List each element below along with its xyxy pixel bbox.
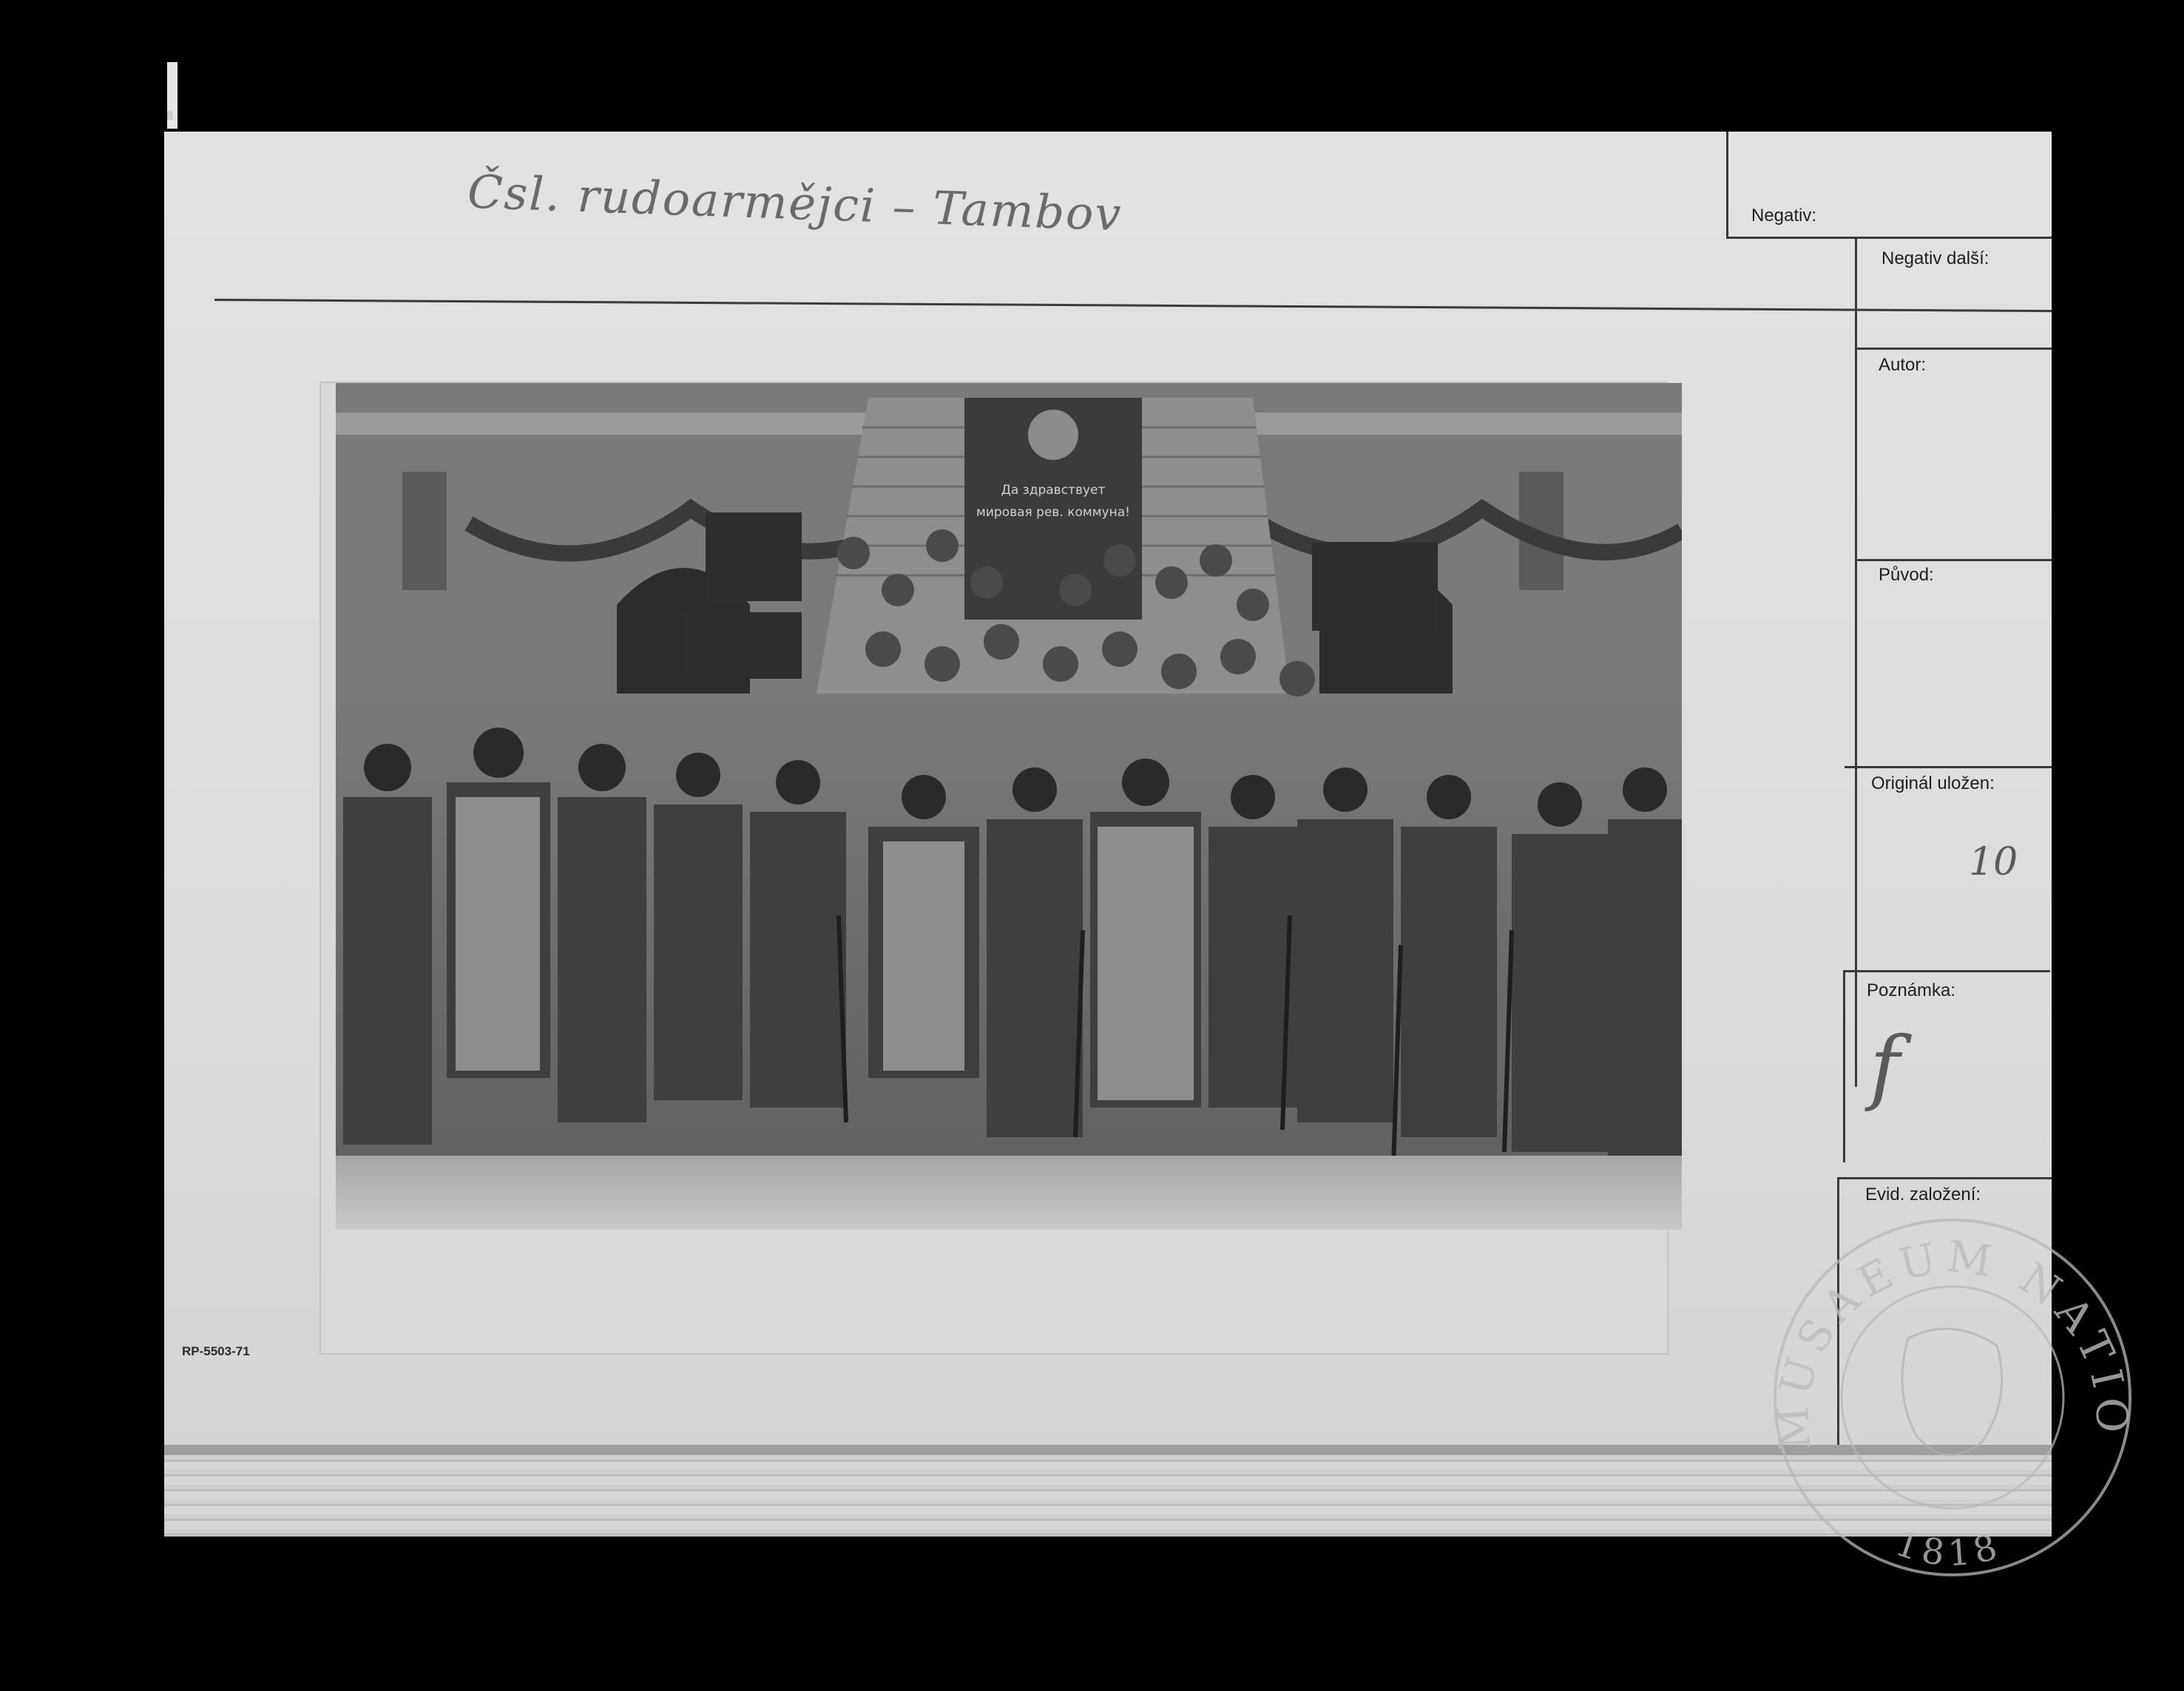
handwritten-title: Čsl. rudoarmějci – Tambov — [466, 164, 1123, 242]
field-value-poznamka: f — [1870, 1019, 1900, 1114]
form-grid-line — [1845, 766, 2052, 768]
banner-center-text-2: мировая рев. коммуна! — [976, 505, 1130, 520]
banner-center-text: Да здравствует — [1001, 483, 1106, 498]
film-edge-notch — [167, 111, 173, 120]
form-grid-line — [1726, 132, 1728, 239]
field-value-original-ulozen: 10 — [1969, 840, 2018, 884]
museum-stamp: MUSAEUM NATIONALE 1818 — [1760, 1205, 2131, 1576]
form-grid-line — [1855, 559, 2052, 561]
group-photograph-illustration: Да здравствует мировая рев. коммуна! — [336, 383, 1682, 1230]
field-label-negativ-dalsi: Negativ další: — [1882, 248, 1989, 268]
svg-text:1818: 1818 — [1890, 1522, 2007, 1574]
field-label-puvod: Původ: — [1879, 565, 1934, 585]
form-grid-line — [1843, 970, 1845, 1162]
photo-mount: Да здравствует мировая рев. коммуна! — [320, 382, 1682, 1355]
lion-emblem-icon — [1901, 1327, 2004, 1457]
field-label-evid-zalozeni: Evid. založení: — [1865, 1185, 1981, 1204]
form-grid-line — [1837, 1177, 2052, 1179]
title-divider — [214, 299, 2052, 313]
field-label-autor: Autor: — [1879, 355, 1927, 375]
group-photograph: Да здравствует мировая рев. коммуна! — [336, 383, 1682, 1230]
form-grid-line — [1726, 237, 2052, 239]
catalog-number: RP-5503-71 — [182, 1344, 250, 1358]
form-grid-line — [1855, 348, 2052, 350]
field-label-original-ulozen: Originál uložen: — [1871, 773, 1995, 793]
field-label-poznamka: Poznámka: — [1867, 980, 1956, 1000]
field-label-negativ: Negativ: — [1751, 206, 1817, 226]
form-grid-line — [1843, 970, 2050, 972]
stamp-year: 1818 — [1890, 1522, 2001, 1574]
form-grid-line — [1855, 348, 1857, 1087]
